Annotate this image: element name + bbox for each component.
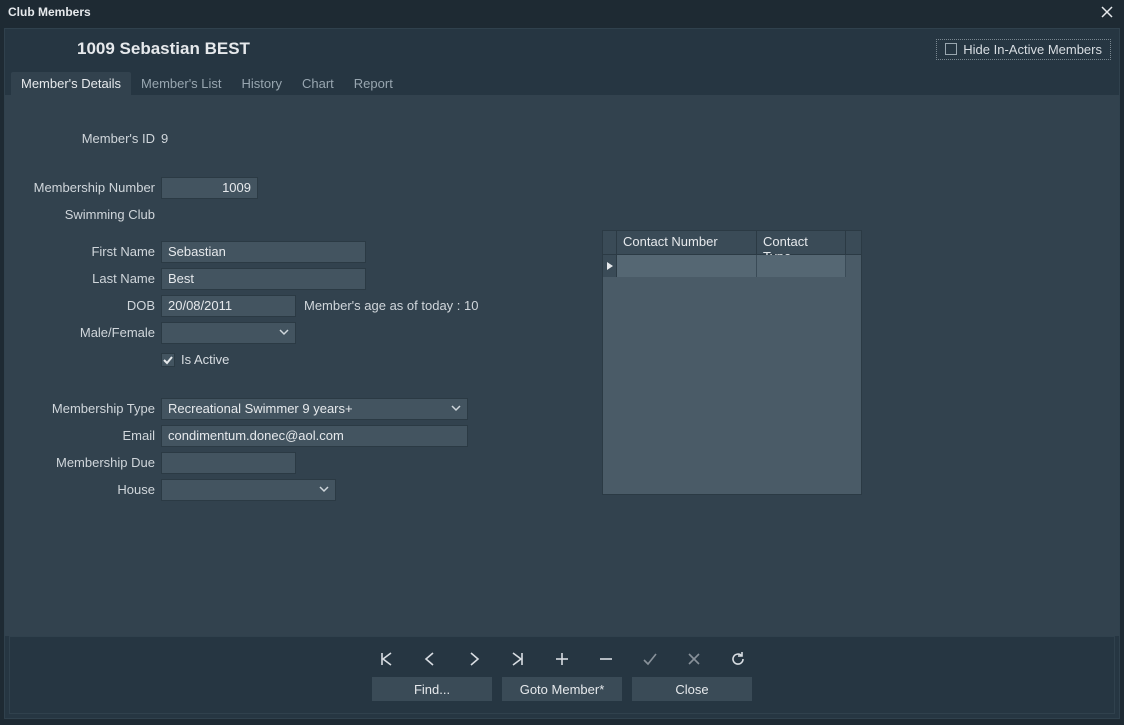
first-name-input[interactable]: [161, 241, 366, 263]
nav-last-icon[interactable]: [508, 649, 528, 669]
grid-header: Contact Number Contact Type: [603, 231, 861, 255]
tab-report[interactable]: Report: [344, 72, 403, 95]
footer-toolbar: Find... Goto Member* Close: [9, 636, 1115, 714]
label-membership-number: Membership Number: [15, 180, 161, 195]
scrollbar[interactable]: [846, 231, 861, 254]
add-icon[interactable]: [552, 649, 572, 669]
tabs: Member's Details Member's List History C…: [5, 69, 1119, 95]
table-row[interactable]: [603, 255, 861, 277]
confirm-icon[interactable]: [640, 649, 660, 669]
col-contact-type[interactable]: Contact Type: [757, 231, 846, 254]
membership-due-input[interactable]: [161, 452, 296, 474]
label-member-id: Member's ID: [15, 131, 161, 146]
label-dob: DOB: [15, 298, 161, 313]
cell-contact-type[interactable]: [757, 255, 846, 277]
last-name-input[interactable]: [161, 268, 366, 290]
tab-chart[interactable]: Chart: [292, 72, 344, 95]
chevron-down-icon: [451, 401, 461, 416]
find-button[interactable]: Find...: [372, 677, 492, 701]
goto-member-button[interactable]: Goto Member*: [502, 677, 622, 701]
label-email: Email: [15, 428, 161, 443]
label-first-name: First Name: [15, 244, 161, 259]
nav-next-icon[interactable]: [464, 649, 484, 669]
checkmark-icon: [161, 353, 175, 367]
nav-first-icon[interactable]: [376, 649, 396, 669]
tab-members-list[interactable]: Member's List: [131, 72, 232, 95]
cancel-icon[interactable]: [684, 649, 704, 669]
label-gender: Male/Female: [15, 325, 161, 340]
label-house: House: [15, 482, 161, 497]
label-membership-due: Membership Due: [15, 455, 161, 470]
membership-type-select[interactable]: Recreational Swimmer 9 years+: [161, 398, 468, 420]
label-last-name: Last Name: [15, 271, 161, 286]
checkbox-icon: [945, 43, 957, 55]
remove-icon[interactable]: [596, 649, 616, 669]
tab-members-details[interactable]: Member's Details: [11, 72, 131, 95]
hide-inactive-checkbox[interactable]: Hide In-Active Members: [936, 39, 1111, 60]
email-input[interactable]: [161, 425, 468, 447]
contact-grid[interactable]: Contact Number Contact Type: [602, 230, 862, 495]
chevron-down-icon: [319, 482, 329, 497]
close-icon[interactable]: [1098, 3, 1116, 21]
close-button[interactable]: Close: [632, 677, 752, 701]
dob-input[interactable]: [161, 295, 296, 317]
membership-number-input[interactable]: [161, 177, 258, 199]
age-note: Member's age as of today : 10: [304, 298, 479, 313]
col-contact-number[interactable]: Contact Number: [617, 231, 757, 254]
hide-inactive-label: Hide In-Active Members: [963, 42, 1102, 57]
refresh-icon[interactable]: [728, 649, 748, 669]
page-title: 1009 Sebastian BEST: [77, 39, 250, 59]
is-active-checkbox[interactable]: Is Active: [161, 352, 229, 367]
label-membership-type: Membership Type: [15, 401, 161, 416]
nav-prev-icon[interactable]: [420, 649, 440, 669]
cell-contact-number[interactable]: [617, 255, 757, 277]
row-indicator-icon: [603, 255, 617, 277]
scrollbar[interactable]: [846, 255, 861, 277]
house-select[interactable]: [161, 479, 336, 501]
tab-history[interactable]: History: [232, 72, 292, 95]
chevron-down-icon: [279, 325, 289, 340]
value-member-id: 9: [161, 131, 168, 146]
membership-type-value: Recreational Swimmer 9 years+: [168, 401, 353, 416]
window-title: Club Members: [8, 5, 91, 19]
is-active-label: Is Active: [181, 352, 229, 367]
gender-select[interactable]: [161, 322, 296, 344]
titlebar: Club Members: [0, 0, 1124, 24]
label-swimming-club: Swimming Club: [15, 207, 161, 222]
